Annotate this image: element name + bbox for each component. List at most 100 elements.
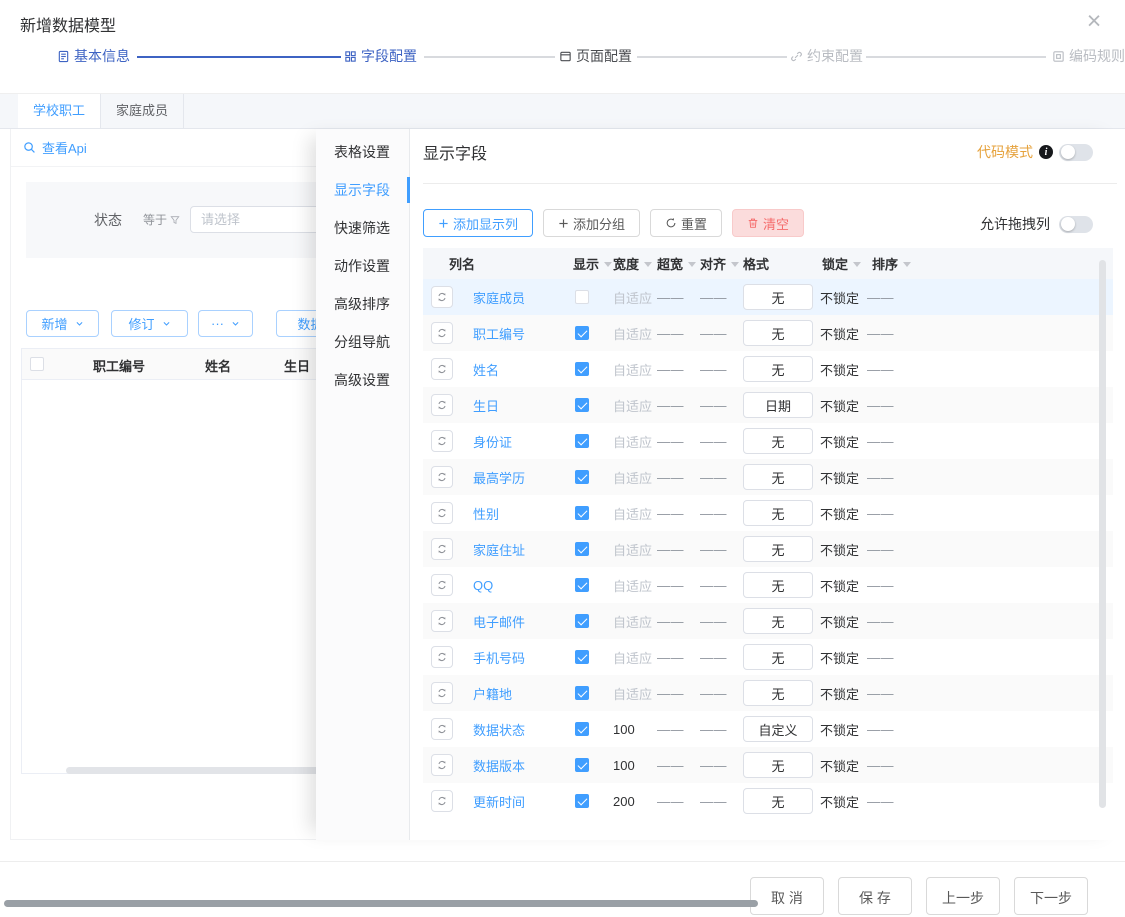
align-value[interactable]: —— (700, 398, 727, 413)
column-header[interactable]: 列名 (423, 248, 573, 279)
show-checkbox[interactable] (575, 650, 589, 664)
clear-button[interactable]: 清空 (732, 209, 804, 237)
overwide-value[interactable]: —— (657, 290, 684, 305)
width-value[interactable]: 自适应 (613, 540, 652, 559)
format-input[interactable]: 无 (743, 644, 813, 670)
column-header[interactable]: 锁定 (818, 248, 867, 279)
width-value[interactable]: 自适应 (613, 684, 652, 703)
swap-field-button[interactable] (431, 682, 453, 704)
step-basic-info[interactable]: 基本信息 (57, 46, 130, 66)
format-input[interactable]: 无 (743, 680, 813, 706)
format-input[interactable]: 无 (743, 320, 813, 346)
drawer-menu-item[interactable]: 分组导航 (316, 323, 409, 361)
field-name-link[interactable]: QQ (473, 578, 493, 593)
drawer-menu-item[interactable]: 显示字段 (316, 171, 409, 209)
column-header[interactable]: 对齐 (700, 248, 743, 279)
show-checkbox[interactable] (575, 398, 589, 412)
overwide-value[interactable]: —— (657, 794, 684, 809)
field-name-link[interactable]: 性别 (473, 504, 499, 523)
format-input[interactable]: 无 (743, 284, 813, 310)
format-input[interactable]: 日期 (743, 392, 813, 418)
sort-value[interactable]: —— (867, 758, 894, 773)
lock-value[interactable]: 不锁定 (820, 684, 859, 703)
swap-field-button[interactable] (431, 754, 453, 776)
column-header[interactable]: 格式 (743, 248, 818, 279)
swap-field-button[interactable] (431, 394, 453, 416)
align-value[interactable]: —— (700, 758, 727, 773)
next-step-button[interactable]: 下一步 (1014, 877, 1088, 915)
save-button[interactable]: 保 存 (838, 877, 912, 915)
swap-field-button[interactable] (431, 718, 453, 740)
sort-value[interactable]: —— (867, 578, 894, 593)
field-name-link[interactable]: 数据状态 (473, 720, 525, 739)
align-value[interactable]: —— (700, 542, 727, 557)
swap-field-button[interactable] (431, 538, 453, 560)
revise-button[interactable]: 修订 (111, 310, 188, 337)
field-name-link[interactable]: 姓名 (473, 360, 499, 379)
info-icon[interactable] (1039, 145, 1053, 159)
column-header[interactable]: 超宽 (657, 248, 700, 279)
lock-value[interactable]: 不锁定 (820, 324, 859, 343)
show-checkbox[interactable] (575, 470, 589, 484)
format-input[interactable]: 无 (743, 464, 813, 490)
drawer-menu-item[interactable]: 动作设置 (316, 247, 409, 285)
code-mode-toggle[interactable] (1059, 144, 1093, 161)
show-checkbox[interactable] (575, 542, 589, 556)
overwide-value[interactable]: —— (657, 542, 684, 557)
swap-field-button[interactable] (431, 322, 453, 344)
lock-value[interactable]: 不锁定 (820, 720, 859, 739)
step-page-config[interactable]: 页面配置 (559, 46, 632, 66)
align-value[interactable]: —— (700, 614, 727, 629)
lock-value[interactable]: 不锁定 (820, 792, 859, 811)
lock-value[interactable]: 不锁定 (820, 360, 859, 379)
sort-value[interactable]: —— (867, 362, 894, 377)
sort-value[interactable]: —— (867, 398, 894, 413)
field-name-link[interactable]: 最高学历 (473, 468, 525, 487)
width-value[interactable]: 自适应 (613, 324, 652, 343)
align-value[interactable]: —— (700, 722, 727, 737)
align-value[interactable]: —— (700, 290, 727, 305)
field-name-link[interactable]: 更新时间 (473, 792, 525, 811)
field-name-link[interactable]: 户籍地 (473, 684, 512, 703)
tab-school-staff[interactable]: 学校职工 (18, 94, 101, 128)
show-checkbox[interactable] (575, 362, 589, 376)
lock-value[interactable]: 不锁定 (820, 648, 859, 667)
show-checkbox[interactable] (575, 506, 589, 520)
reset-button[interactable]: 重置 (650, 209, 722, 237)
show-checkbox[interactable] (575, 326, 589, 340)
width-value[interactable]: 自适应 (613, 468, 652, 487)
lock-value[interactable]: 不锁定 (820, 396, 859, 415)
align-value[interactable]: —— (700, 578, 727, 593)
swap-field-button[interactable] (431, 646, 453, 668)
overwide-value[interactable]: —— (657, 650, 684, 665)
sort-value[interactable]: —— (867, 326, 894, 341)
swap-field-button[interactable] (431, 610, 453, 632)
add-display-column-button[interactable]: 添加显示列 (423, 209, 533, 237)
swap-field-button[interactable] (431, 358, 453, 380)
swap-field-button[interactable] (431, 466, 453, 488)
sort-value[interactable]: —— (867, 290, 894, 305)
width-value[interactable]: 自适应 (613, 432, 652, 451)
overwide-value[interactable]: —— (657, 722, 684, 737)
sort-value[interactable]: —— (867, 794, 894, 809)
overwide-value[interactable]: —— (657, 758, 684, 773)
drawer-menu-item[interactable]: 表格设置 (316, 133, 409, 171)
format-input[interactable]: 无 (743, 500, 813, 526)
width-value[interactable]: 200 (613, 794, 635, 809)
format-input[interactable]: 自定义 (743, 716, 813, 742)
overwide-value[interactable]: —— (657, 578, 684, 593)
width-value[interactable]: 自适应 (613, 288, 652, 307)
width-value[interactable]: 100 (613, 722, 635, 737)
align-value[interactable]: —— (700, 326, 727, 341)
lock-value[interactable]: 不锁定 (820, 504, 859, 523)
overwide-value[interactable]: —— (657, 434, 684, 449)
swap-field-button[interactable] (431, 430, 453, 452)
sort-value[interactable]: —— (867, 686, 894, 701)
sort-value[interactable]: —— (867, 542, 894, 557)
width-value[interactable]: 自适应 (613, 612, 652, 631)
add-button[interactable]: 新增 (26, 310, 99, 337)
drawer-menu-item[interactable]: 高级排序 (316, 285, 409, 323)
show-checkbox[interactable] (575, 290, 589, 304)
swap-field-button[interactable] (431, 286, 453, 308)
sort-value[interactable]: —— (867, 506, 894, 521)
